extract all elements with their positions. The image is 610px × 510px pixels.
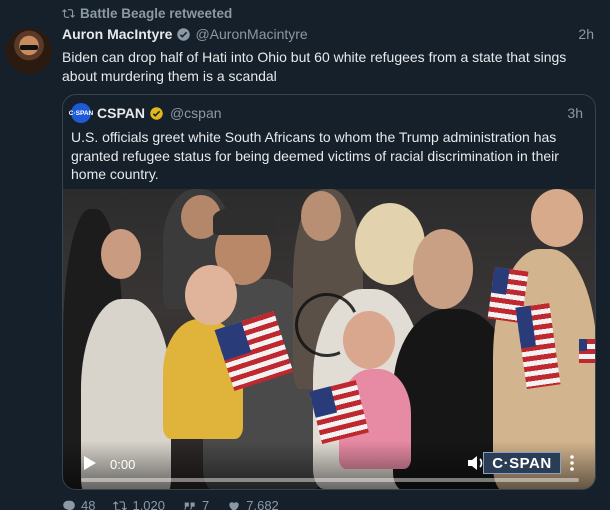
cap [213, 207, 275, 235]
verified-badge-icon [177, 27, 191, 41]
child-head [185, 265, 237, 325]
heart-icon [229, 501, 239, 510]
tweet-time[interactable]: 2h [578, 26, 594, 42]
video-current-time: 0:00 [110, 457, 136, 472]
retweet-count: 1,020 [132, 498, 166, 510]
reply-button[interactable]: 48 [62, 498, 95, 510]
retweet-icon [113, 500, 128, 510]
like-count: 7,682 [246, 498, 279, 510]
video-player[interactable]: 0:00 C·SPAN [63, 189, 595, 489]
reply-icon [63, 500, 75, 510]
video-progress-bar[interactable] [81, 478, 579, 482]
more-options-icon[interactable] [567, 454, 577, 472]
quote-avatar[interactable]: C·SPAN [69, 103, 93, 123]
quoted-tweet[interactable]: C·SPAN CSPAN @cspan 3h U.S. officials gr… [62, 94, 596, 490]
quote-header: C·SPAN CSPAN @cspan 3h [69, 103, 583, 123]
retweet-label[interactable]: Battle Beagle retweeted [80, 6, 232, 21]
retweet-icon [62, 9, 75, 18]
quote-author-name[interactable]: CSPAN [97, 105, 145, 121]
tweet-header: Auron MacIntyre @AuronMacintyre 2h [62, 26, 594, 42]
cspan-watermark-logo: C·SPAN [483, 452, 561, 474]
reply-count: 48 [81, 498, 96, 510]
quote-text: U.S. officials greet white South African… [71, 129, 559, 182]
avatar[interactable] [6, 28, 52, 74]
crowd-head [531, 189, 583, 247]
us-flag [579, 339, 595, 363]
crowd-head [101, 229, 141, 279]
quote-icon [184, 502, 195, 509]
quote-button[interactable]: 7 [183, 498, 209, 510]
play-icon[interactable] [83, 455, 97, 471]
crowd-head [413, 229, 473, 309]
video-controls: 0:00 C·SPAN [63, 441, 595, 489]
like-button[interactable]: 7,682 [227, 498, 279, 510]
quote-author-handle[interactable]: @cspan [170, 105, 222, 121]
author-name[interactable]: Auron MacIntyre [62, 26, 172, 42]
gold-verified-badge-icon [150, 106, 163, 120]
crowd-head [301, 191, 341, 241]
author-handle[interactable]: @AuronMacintyre [195, 26, 307, 42]
tweet-text: Biden can drop half of Hati into Ohio bu… [62, 49, 567, 84]
quote-count: 7 [202, 498, 210, 510]
tweet-actions: 48 1,020 7 7,682 [62, 498, 279, 510]
retweet-button[interactable]: 1,020 [113, 498, 165, 510]
retweet-indicator: Battle Beagle retweeted [62, 6, 232, 21]
quote-time[interactable]: 3h [567, 105, 583, 121]
